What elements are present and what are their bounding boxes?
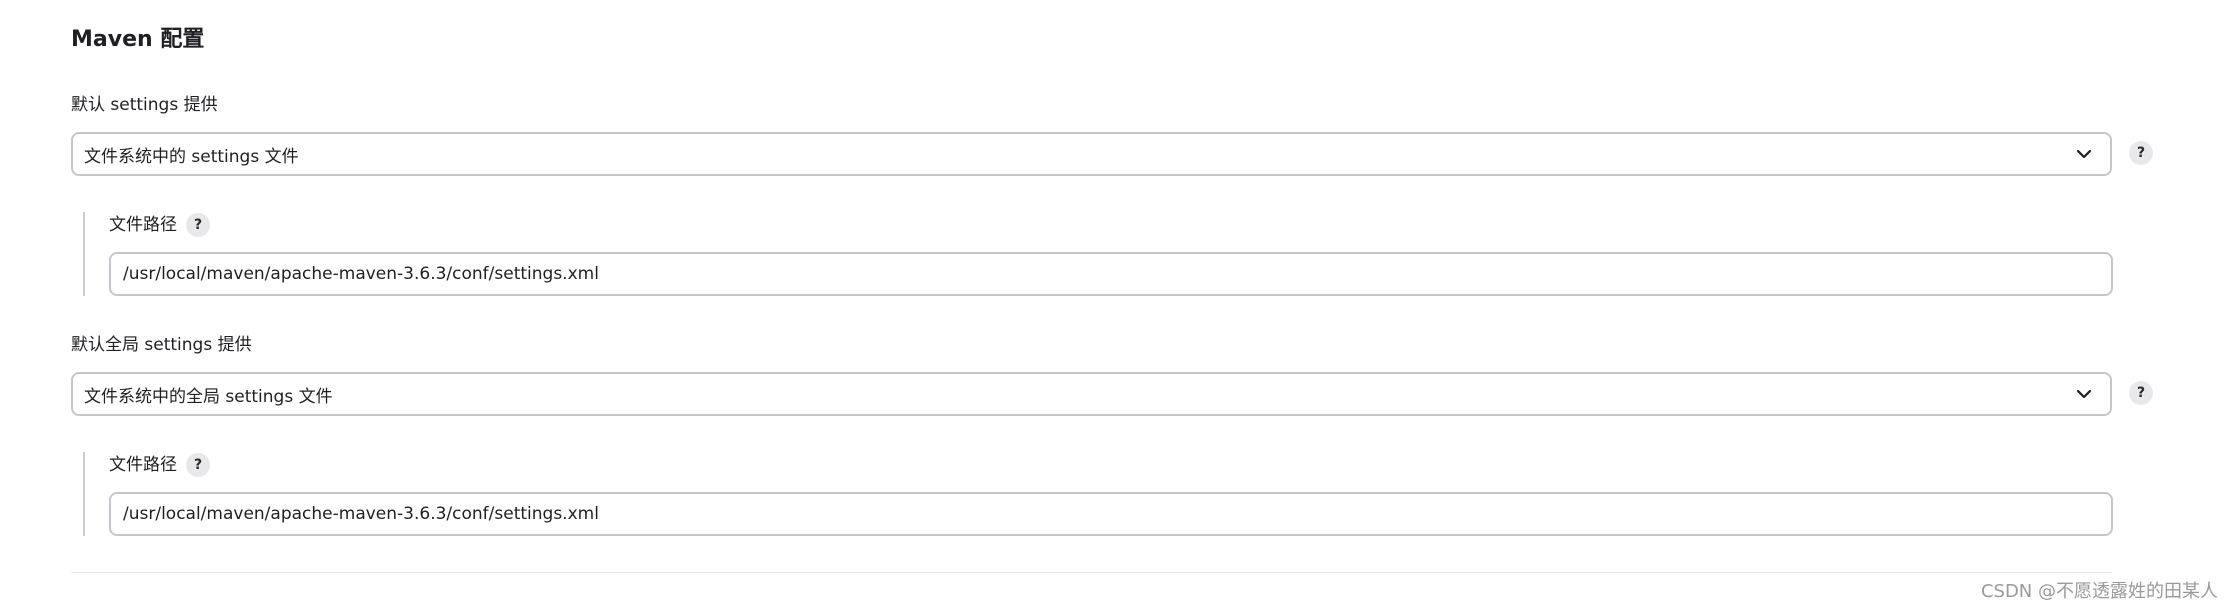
section-title: Maven 配置: [71, 27, 205, 52]
global-settings-provider-label: 默认全局 settings 提供: [71, 335, 252, 355]
global-settings-file-path-help-icon[interactable]: ?: [186, 453, 210, 477]
settings-nested-bar: [83, 212, 85, 296]
global-settings-file-path-input[interactable]: [109, 492, 2113, 536]
settings-file-path-help-icon[interactable]: ?: [186, 213, 210, 237]
settings-file-path-label: 文件路径: [109, 215, 177, 235]
global-settings-provider-select[interactable]: 文件系统中的全局 settings 文件: [71, 372, 2112, 416]
watermark: CSDN @不愿透露姓的田某人: [1980, 581, 2218, 602]
settings-provider-select[interactable]: 文件系统中的 settings 文件: [71, 132, 2112, 176]
settings-provider-help-icon[interactable]: ?: [2129, 141, 2153, 165]
global-settings-provider-value: 文件系统中的全局 settings 文件: [84, 386, 333, 407]
maven-config-page: Maven 配置 默认 settings 提供 文件系统中的 settings …: [0, 0, 2234, 612]
settings-provider-label: 默认 settings 提供: [71, 95, 218, 115]
chevron-down-icon: [2064, 374, 2104, 414]
section-divider: [71, 572, 2112, 573]
settings-provider-value: 文件系统中的 settings 文件: [84, 146, 299, 167]
settings-file-path-input[interactable]: [109, 252, 2113, 296]
global-settings-file-path-label: 文件路径: [109, 455, 177, 475]
global-settings-nested-bar: [83, 452, 85, 536]
global-settings-provider-help-icon[interactable]: ?: [2129, 381, 2153, 405]
chevron-down-icon: [2064, 134, 2104, 174]
